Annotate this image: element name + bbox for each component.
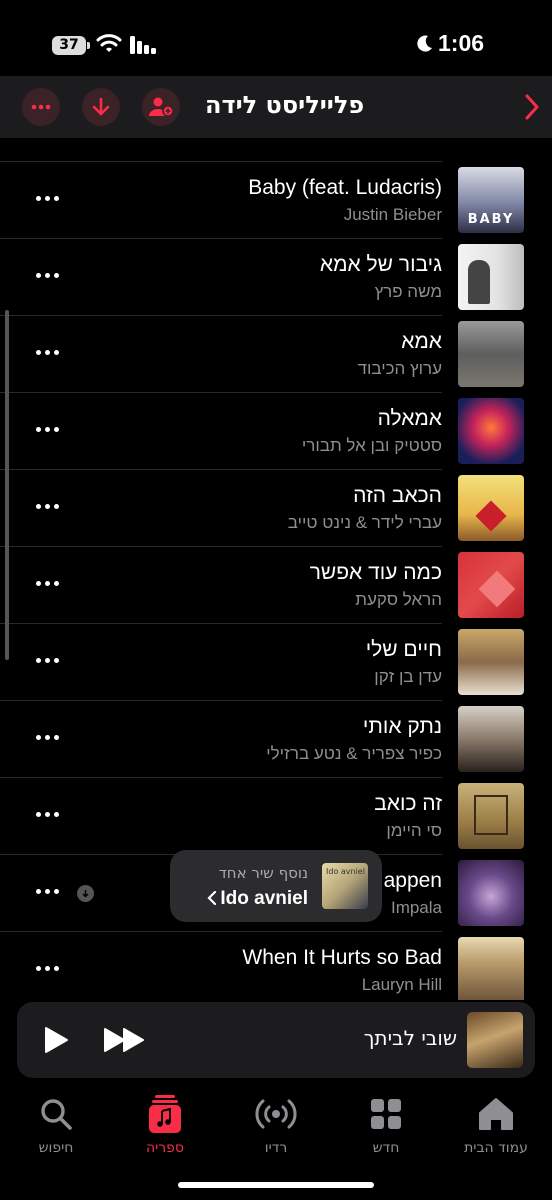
now-playing-art <box>467 1012 523 1068</box>
song-row[interactable]: זה כואב סי היימן <box>0 778 552 855</box>
search-icon <box>41 1099 72 1130</box>
album-art <box>458 706 524 772</box>
album-art <box>458 552 524 618</box>
added-to-playlist-toast[interactable]: Ido avniel נוסף שיר אחד Ido avniel <box>170 850 382 922</box>
playlist-title: פלייליסט לידה <box>205 91 365 119</box>
tab-bar: חיפוש ספריה רדיו חדש עמוד הבית <box>0 1088 552 1200</box>
song-title: אמא <box>401 330 442 353</box>
playlist-art: Ido avniel <box>322 863 368 909</box>
tab-new[interactable]: חדש <box>338 1094 434 1156</box>
downloading-icon <box>77 885 94 902</box>
chevron-right-icon[interactable] <box>524 94 540 120</box>
song-artist: הראל סקעת <box>355 590 442 609</box>
tab-home[interactable]: עמוד הבית <box>448 1094 544 1156</box>
tab-label: חיפוש <box>38 1140 74 1156</box>
song-row[interactable]: כמה עוד אפשר הראל סקעת <box>0 547 552 624</box>
add-collaborator-button[interactable] <box>142 88 180 126</box>
song-title: נתק אותי <box>362 715 442 738</box>
toast-playlist-link[interactable]: Ido avniel <box>207 888 308 910</box>
song-title: appen <box>383 869 442 892</box>
album-art <box>458 398 524 464</box>
row-more-button[interactable] <box>36 188 60 208</box>
radio-icon <box>255 1099 297 1129</box>
row-more-button[interactable] <box>36 881 60 901</box>
song-artist: סי היימן <box>386 821 442 840</box>
song-artist: עדן בן זקן <box>374 667 442 686</box>
song-row[interactable]: הכאב הזה עברי לידר & נינט טייב <box>0 470 552 547</box>
fast-forward-button[interactable] <box>103 1026 147 1054</box>
more-options-button[interactable] <box>22 88 60 126</box>
album-art <box>458 937 524 1000</box>
song-artist: Justin Bieber <box>343 205 442 224</box>
song-title: When It Hurts so Bad <box>242 946 442 969</box>
clock: 1:06 <box>438 30 485 56</box>
song-title: זה כואב <box>374 792 442 815</box>
album-art <box>458 321 524 387</box>
grid-icon <box>371 1099 401 1129</box>
song-row[interactable]: נתק אותי כפיר צפריר & נטע ברזילי <box>0 701 552 778</box>
library-icon <box>149 1095 181 1133</box>
chevron-left-icon <box>207 890 217 906</box>
tab-label: ספריה <box>145 1140 184 1156</box>
home-icon <box>479 1098 513 1130</box>
battery-icon: 37 <box>52 36 90 55</box>
row-more-button[interactable] <box>36 573 60 593</box>
row-more-button[interactable] <box>36 958 60 978</box>
now-playing-title: שובי לביתך <box>363 1026 457 1050</box>
toast-playlist-name: Ido avniel <box>220 888 308 909</box>
status-bar: 37 1:06 <box>0 0 552 76</box>
song-artist: Lauryn Hill <box>361 975 442 994</box>
song-row[interactable]: אמאלה סטטיק ובן אל תבורי <box>0 393 552 470</box>
home-indicator <box>178 1182 374 1188</box>
tab-radio[interactable]: רדיו <box>228 1094 324 1156</box>
song-title: אמאלה <box>377 407 442 430</box>
row-more-button[interactable] <box>36 650 60 670</box>
play-button[interactable] <box>43 1026 69 1054</box>
album-art <box>458 783 524 849</box>
moon-icon <box>417 35 432 52</box>
song-artist: סטטיק ובן אל תבורי <box>301 436 442 455</box>
toast-subtitle: נוסף שיר אחד <box>218 864 308 882</box>
song-row[interactable]: Baby (feat. Ludacris) Justin Bieber BABY <box>0 162 552 239</box>
download-arrow-icon <box>92 97 110 116</box>
row-more-button[interactable] <box>36 265 60 285</box>
song-artist: ערוץ הכיבוד <box>357 359 442 378</box>
song-title: כמה עוד אפשר <box>309 561 442 584</box>
row-more-button[interactable] <box>36 727 60 747</box>
download-button[interactable] <box>82 88 120 126</box>
album-art: BABY <box>458 167 524 233</box>
song-title: הכאב הזה <box>353 484 442 507</box>
row-more-button[interactable] <box>36 496 60 516</box>
album-art <box>458 629 524 695</box>
song-row[interactable]: אמא ערוץ הכיבוד <box>0 316 552 393</box>
row-more-button[interactable] <box>36 419 60 439</box>
person-add-icon <box>149 97 173 117</box>
song-title: Baby (feat. Ludacris) <box>248 176 442 199</box>
song-row[interactable]: When It Hurts so Bad Lauryn Hill <box>0 932 552 1000</box>
mini-player[interactable]: שובי לביתך <box>17 1002 535 1078</box>
album-art <box>458 475 524 541</box>
song-row[interactable]: גיבור של אמא משה פרץ <box>0 239 552 316</box>
tab-label: עמוד הבית <box>464 1140 528 1156</box>
song-title: חיים שלי <box>365 638 442 661</box>
scroll-indicator[interactable] <box>5 310 9 660</box>
song-artist: כפיר צפריר & נטע ברזילי <box>266 744 442 763</box>
album-art <box>458 860 524 926</box>
tab-search[interactable]: חיפוש <box>8 1094 104 1156</box>
playlist-header: פלייליסט לידה <box>0 76 552 138</box>
song-artist: משה פרץ <box>374 282 442 301</box>
row-more-button[interactable] <box>36 804 60 824</box>
tab-label: חדש <box>372 1140 400 1156</box>
song-title: גיבור של אמא <box>319 253 442 276</box>
album-art <box>458 244 524 310</box>
song-artist: עברי לידר & נינט טייב <box>287 513 442 532</box>
row-more-button[interactable] <box>36 342 60 362</box>
song-row[interactable]: חיים שלי עדן בן זקן <box>0 624 552 701</box>
tab-label: רדיו <box>264 1140 288 1156</box>
tab-library[interactable]: ספריה <box>117 1094 213 1156</box>
signal-icon <box>130 36 156 54</box>
song-artist: Impala <box>390 898 442 917</box>
wifi-icon <box>96 34 122 52</box>
ellipsis-icon <box>31 104 51 110</box>
